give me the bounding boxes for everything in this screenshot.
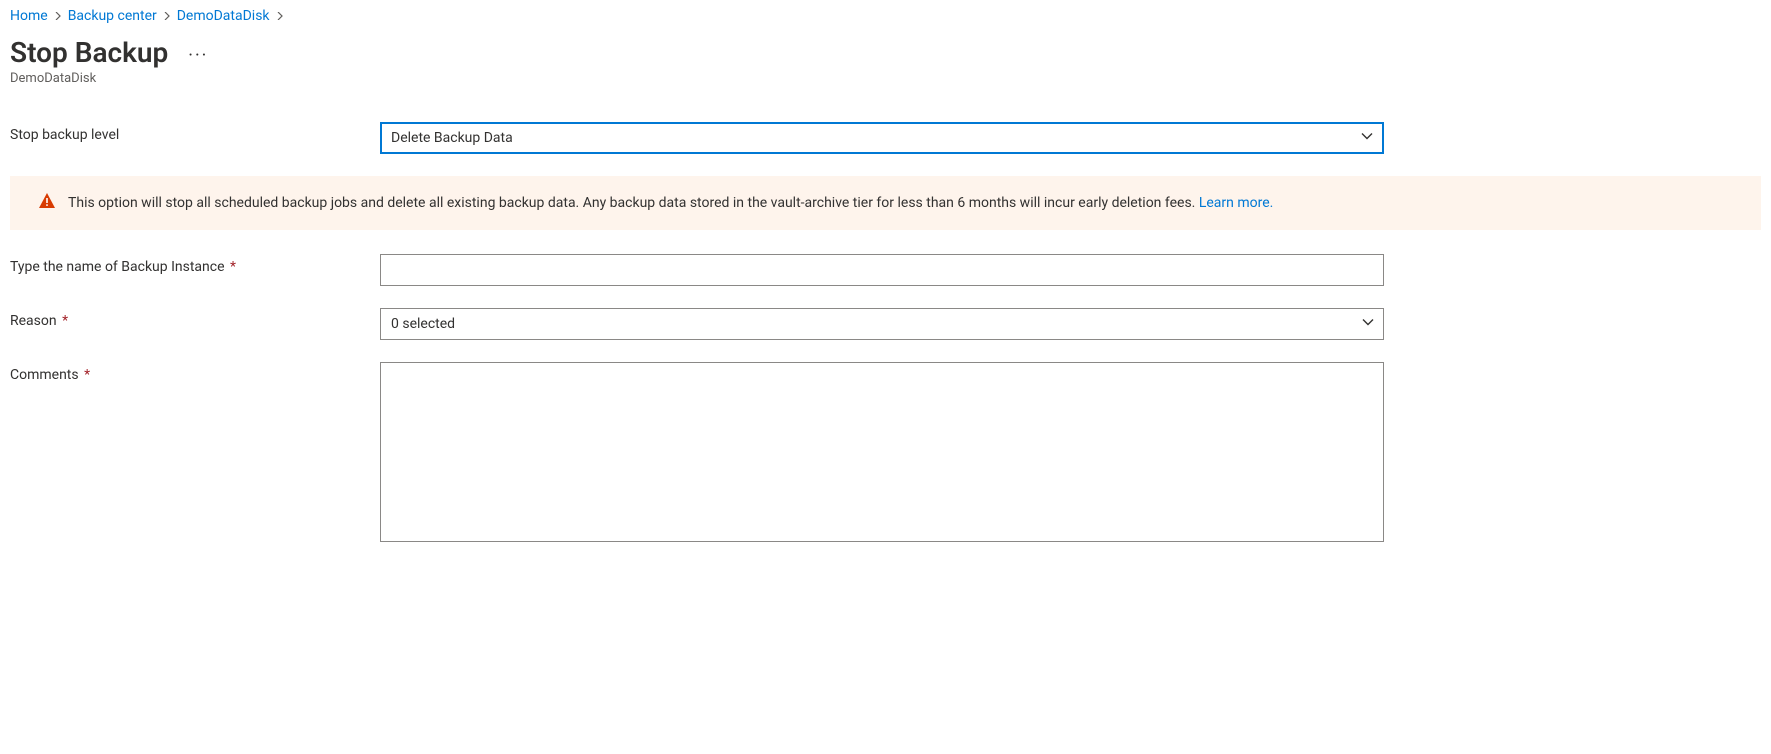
- required-asterisk: *: [230, 259, 236, 275]
- page-title: Stop Backup: [10, 36, 168, 69]
- instance-name-label: Type the name of Backup Instance *: [10, 254, 380, 275]
- comments-textarea[interactable]: [380, 362, 1384, 542]
- comments-label: Comments *: [10, 362, 380, 383]
- row-instance-name: Type the name of Backup Instance *: [10, 254, 1761, 286]
- page-header: Stop Backup ···: [10, 36, 1761, 69]
- breadcrumb-demodatadisk[interactable]: DemoDataDisk: [177, 8, 270, 24]
- stop-backup-level-label: Stop backup level: [10, 122, 380, 143]
- required-asterisk: *: [62, 313, 68, 329]
- instance-name-label-text: Type the name of Backup Instance: [10, 259, 225, 275]
- warning-text-wrap: This option will stop all scheduled back…: [68, 195, 1273, 211]
- chevron-right-icon: [54, 9, 62, 23]
- more-actions-button[interactable]: ···: [184, 47, 212, 65]
- row-reason: Reason * 0 selected: [10, 308, 1761, 340]
- reason-label-text: Reason: [10, 313, 57, 329]
- stop-backup-level-value: Delete Backup Data: [391, 130, 513, 146]
- row-stop-backup-level: Stop backup level Delete Backup Data: [10, 122, 1761, 154]
- instance-name-input[interactable]: [380, 254, 1384, 286]
- chevron-right-icon: [163, 9, 171, 23]
- breadcrumb-home[interactable]: Home: [10, 8, 48, 24]
- reason-select[interactable]: 0 selected: [380, 308, 1384, 340]
- required-asterisk: *: [84, 367, 90, 383]
- chevron-right-icon: [276, 9, 284, 23]
- breadcrumb-backup-center[interactable]: Backup center: [68, 8, 157, 24]
- row-comments: Comments *: [10, 362, 1761, 542]
- chevron-down-icon: [1361, 315, 1375, 333]
- warning-icon: [38, 192, 56, 214]
- stop-backup-level-select[interactable]: Delete Backup Data: [380, 122, 1384, 154]
- warning-banner: This option will stop all scheduled back…: [10, 176, 1761, 230]
- chevron-down-icon: [1360, 129, 1374, 147]
- learn-more-link[interactable]: Learn more.: [1199, 195, 1274, 211]
- comments-label-text: Comments: [10, 367, 79, 383]
- warning-text: This option will stop all scheduled back…: [68, 195, 1199, 211]
- reason-value: 0 selected: [391, 316, 455, 332]
- page-subtitle: DemoDataDisk: [10, 71, 1761, 86]
- reason-label: Reason *: [10, 308, 380, 329]
- breadcrumb: Home Backup center DemoDataDisk: [10, 8, 1761, 24]
